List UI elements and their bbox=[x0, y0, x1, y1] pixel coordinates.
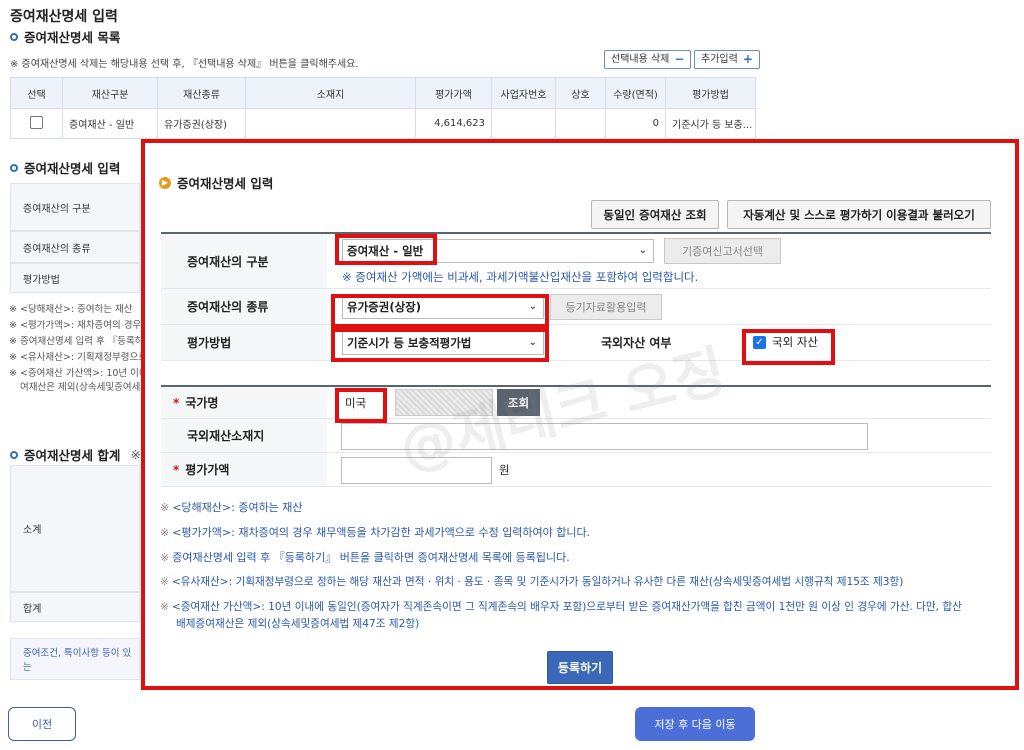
list-delete-note: ※ 증여재산명세 삭제는 해당내용 선택 후, 『선택내용 삭제』 버튼을 클릭… bbox=[10, 59, 359, 70]
value-label-text: 평가가액 bbox=[185, 463, 230, 477]
gift-property-list-table: 선택 재산구분 재산종류 소재지 평가가액 사업자번호 상호 수량(면적) 평가… bbox=[10, 77, 756, 139]
bg-note: ※ <유사재산>: 기획재정부령으로 bbox=[9, 352, 148, 363]
required-mark: * bbox=[173, 395, 180, 410]
popup-title-text: 증여재산명세 입력 bbox=[177, 176, 274, 191]
col-header: 재산종류 bbox=[157, 77, 246, 109]
summary-section-title: 증여재산명세 합계 bbox=[24, 448, 121, 463]
page-title: 증여재산명세 입력 bbox=[10, 9, 118, 25]
col-header: 사업자번호 bbox=[491, 77, 556, 109]
arrow-bullet-icon: ▶ bbox=[159, 176, 171, 189]
add-input-button[interactable]: 추가입력 + bbox=[694, 50, 760, 69]
row-country: * 국가명 미국 조회 bbox=[161, 387, 991, 419]
conditions-note: 증여조건, 특이사항 등이 있는 bbox=[10, 638, 140, 680]
bg-note: ※ <증여재산 가산액>: 10년 이내 bbox=[9, 368, 148, 379]
table-cell: 4,614,623 bbox=[415, 108, 492, 139]
highlight-foreign-asset bbox=[742, 329, 835, 365]
popup-note: ※ <유사재산>: 기획재정부령으로 정하는 해당 재산과 면적 · 위치 · 용… bbox=[160, 576, 904, 588]
row-select-cell[interactable] bbox=[10, 108, 63, 139]
add-input-label: 추가입력 bbox=[701, 54, 738, 65]
row-method: 평가방법 기준시가 등 보충적평가법 ⌄ 국외자산 여부 ✓ 국외 자산 bbox=[161, 325, 991, 361]
chevron-down-icon: ⌄ bbox=[638, 245, 647, 256]
table-cell bbox=[491, 108, 556, 139]
row-category: 증여재산의 구분 증여재산 - 일반 ⌄ 기증여신고서선택 ※ 증여재산 가액에… bbox=[161, 234, 991, 289]
plus-icon: + bbox=[742, 52, 753, 66]
value-unit: 원 bbox=[499, 463, 510, 477]
col-header: 수량(면적) bbox=[605, 77, 666, 109]
bg-label-type: 증여재산의 종류 bbox=[10, 231, 140, 263]
value-input[interactable] bbox=[341, 457, 492, 484]
input-section-heading: 증여재산명세 입력 bbox=[10, 158, 120, 177]
country-code-field bbox=[395, 389, 493, 416]
table-header-row: 선택 재산구분 재산종류 소재지 평가가액 사업자번호 상호 수량(면적) 평가… bbox=[10, 77, 756, 109]
prev-button[interactable]: 이전 bbox=[8, 707, 76, 741]
row-value: * 평가가액 원 bbox=[161, 453, 991, 487]
bg-label-category: 증여재산의 구분 bbox=[10, 183, 140, 231]
load-auto-calc-result-button[interactable]: 자동계산 및 스스로 평가하기 이용결과 불러오기 bbox=[727, 200, 991, 229]
col-header: 평가방법 bbox=[665, 77, 756, 109]
popup-note: ※ <증여재산 가산액>: 10년 이내에 동일인(증여자가 직계존속이면 그 직… bbox=[160, 601, 962, 613]
col-header: 상호 bbox=[555, 77, 606, 109]
bg-note: ※ 증여재산명세 입력 후 『등록하 bbox=[9, 336, 144, 347]
foreign-location-input[interactable] bbox=[341, 423, 868, 450]
foreign-asset-label: 국외자산 여부 bbox=[601, 336, 672, 350]
summary-total-label: 합계 bbox=[10, 592, 140, 622]
value-label: * 평가가액 bbox=[161, 453, 327, 486]
summary-note-mark: ※ bbox=[130, 447, 141, 462]
table-cell: 0 bbox=[605, 108, 666, 139]
bg-note: ※ <당해재산>: 증여하는 재산 bbox=[9, 304, 133, 315]
table-cell: 유가증권(상장) bbox=[157, 108, 246, 139]
summary-section-heading: 증여재산명세 합계 ※ bbox=[10, 445, 141, 464]
col-header: 소재지 bbox=[245, 77, 416, 109]
country-label: * 국가명 bbox=[161, 387, 327, 418]
category-info-text: ※ 증여재산 가액에는 비과세, 과세가액불산입재산을 포함하여 입력합니다. bbox=[342, 270, 699, 284]
table-cell: 기준시가 등 보충... bbox=[665, 108, 756, 139]
popup-note: ※ <평가가액>: 재차증여의 경우 채무액등을 차가감한 과세가액으로 수정 입… bbox=[160, 526, 591, 539]
highlight-type bbox=[331, 294, 549, 328]
col-header: 재산구분 bbox=[62, 77, 158, 109]
bg-note: ※ <평가가액>: 재차증여의 경우 bbox=[9, 320, 142, 331]
prior-gift-report-select-button[interactable]: 기증여신고서선택 bbox=[664, 238, 781, 264]
save-next-button[interactable]: 저장 후 다음 이동 bbox=[635, 707, 755, 741]
highlight-method bbox=[331, 328, 549, 362]
section-bullet-icon bbox=[10, 32, 18, 41]
highlight-country bbox=[335, 388, 387, 423]
same-person-gift-lookup-button[interactable]: 동일인 증여재산 조회 bbox=[591, 200, 719, 229]
table-cell bbox=[555, 108, 606, 139]
popup-note: ※ <당해재산>: 증여하는 재산 bbox=[160, 501, 303, 514]
method-label: 평가방법 bbox=[161, 325, 327, 360]
country-lookup-button[interactable]: 조회 bbox=[497, 389, 540, 416]
highlight-category bbox=[335, 234, 437, 265]
country-label-text: 국가명 bbox=[185, 396, 219, 410]
bg-label-method: 평가방법 bbox=[10, 263, 140, 293]
gift-property-input-popup: ▶ 증여재산명세 입력 동일인 증여재산 조회 자동계산 및 스스로 평가하기 … bbox=[141, 139, 1019, 690]
row-checkbox[interactable] bbox=[30, 115, 43, 129]
table-cell: 증여재산 - 일반 bbox=[62, 108, 158, 139]
type-label: 증여재산의 종류 bbox=[161, 289, 327, 324]
bg-note: 여재산은 제외(상속세및증여세 bbox=[20, 382, 141, 393]
section-bullet-icon bbox=[10, 450, 18, 459]
list-section-title: 증여재산명세 목록 bbox=[24, 30, 121, 45]
col-header: 선택 bbox=[10, 77, 63, 109]
popup-title: ▶ 증여재산명세 입력 bbox=[159, 173, 273, 192]
table-row[interactable]: 증여재산 - 일반 유가증권(상장) 4,614,623 0 기준시가 등 보충… bbox=[10, 108, 756, 139]
required-mark: * bbox=[173, 462, 180, 477]
delete-selected-label: 선택내용 삭제 bbox=[611, 54, 670, 65]
registry-data-input-button[interactable]: 등기자료활용입력 bbox=[550, 294, 662, 320]
section-bullet-icon bbox=[10, 163, 18, 172]
minus-icon: − bbox=[674, 52, 685, 66]
row-type: 증여재산의 종류 유가증권(상장) ⌄ 등기자료활용입력 bbox=[161, 289, 991, 325]
col-header: 평가가액 bbox=[415, 77, 492, 109]
popup-note-continued: 배제증여재산은 제외(상속세및증여세법 제47조 제2항) bbox=[176, 618, 420, 630]
row-foreign-location: 국외재산소재지 bbox=[161, 419, 991, 453]
delete-selected-button[interactable]: 선택내용 삭제 − bbox=[604, 50, 692, 69]
foreign-location-label: 국외재산소재지 bbox=[161, 419, 327, 452]
summary-subtotal-label: 소계 bbox=[10, 465, 140, 592]
table-cell bbox=[245, 108, 416, 139]
register-button[interactable]: 등록하기 bbox=[547, 651, 613, 684]
popup-note: ※ 증여재산명세 입력 후 『등록하기』 버튼을 클릭하면 증여재산명세 목록에 … bbox=[160, 551, 570, 564]
category-label: 증여재산의 구분 bbox=[161, 234, 327, 288]
input-section-title: 증여재산명세 입력 bbox=[24, 161, 121, 176]
list-section-heading: 증여재산명세 목록 bbox=[10, 27, 120, 46]
